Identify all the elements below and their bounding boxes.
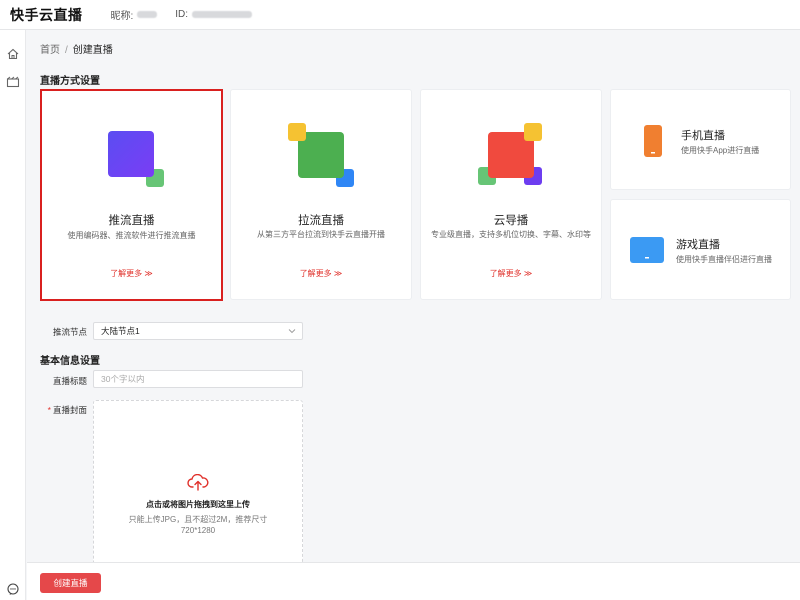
breadcrumb: 首页 / 创建直播 xyxy=(40,41,113,56)
user-id: ID: xyxy=(175,9,253,20)
live-title-input[interactable]: 30个字以内 xyxy=(93,370,303,388)
chevron-down-icon xyxy=(288,329,296,334)
push-node-label: 推流节点 xyxy=(52,327,87,337)
cover-upload-area[interactable]: 点击或将图片拖拽到这里上传 只能上传JPG，且不超过2M，推荐尺寸 720*12… xyxy=(93,400,303,570)
mode-desc: 专业级直播，支持多机位切换、字幕、水印等 xyxy=(431,230,591,239)
id-value-redacted xyxy=(192,11,253,18)
mode-desc: 使用快手直播伴侣进行直播 xyxy=(676,255,772,264)
nickname: 昵称: xyxy=(111,7,158,22)
breadcrumb-current: 创建直播 xyxy=(72,45,113,56)
learn-more-link[interactable]: 了解更多 ≫ xyxy=(42,268,221,279)
mode-name: 云导播 xyxy=(493,215,529,227)
mode-name: 游戏直播 xyxy=(676,239,720,251)
mode-card-push[interactable]: 推流直播 使用编码器、推流软件进行推流直播 了解更多 ≫ xyxy=(40,89,223,301)
breadcrumb-home[interactable]: 首页 xyxy=(40,45,60,56)
mode-name: 手机直播 xyxy=(681,130,725,142)
left-rail xyxy=(0,30,26,600)
chat-icon[interactable] xyxy=(6,582,20,596)
section-title-basic-info: 基本信息设置 xyxy=(40,356,100,367)
cloud-upload-icon xyxy=(187,474,209,491)
mode-desc: 使用快手App进行直播 xyxy=(681,146,760,155)
footer-bar: 创建直播 xyxy=(27,562,800,600)
live-title-placeholder: 30个字以内 xyxy=(101,374,145,384)
home-icon[interactable] xyxy=(6,47,20,61)
cover-label: * 直播封面 xyxy=(27,404,87,416)
mode-card-game[interactable]: 游戏直播 使用快手直播伴侣进行直播 xyxy=(610,199,791,300)
learn-more-link[interactable]: 了解更多 ≫ xyxy=(421,268,601,279)
learn-more-link[interactable]: 了解更多 ≫ xyxy=(231,268,411,279)
mode-name: 推流直播 xyxy=(108,215,155,227)
main-content: 首页 / 创建直播 直播方式设置 推流直播 使用编码器、推流软件进行推流直播 了解更… xyxy=(27,30,800,570)
nickname-value-redacted xyxy=(137,11,158,18)
mode-name: 拉流直播 xyxy=(298,215,344,227)
cover-label-text: 直播封面 xyxy=(52,405,87,415)
upload-instruction: 点击或将图片拖拽到这里上传 xyxy=(146,500,250,509)
tablet-icon xyxy=(630,237,664,263)
video-icon[interactable] xyxy=(6,75,20,89)
mode-card-pull[interactable]: 拉流直播 从第三方平台拉流到快手云直播开播 了解更多 ≫ xyxy=(230,89,412,300)
nickname-label: 昵称: xyxy=(110,11,134,22)
section-title-live-mode: 直播方式设置 xyxy=(40,76,100,87)
mode-desc: 使用编码器、推流软件进行推流直播 xyxy=(67,231,196,240)
mobile-phone-icon xyxy=(644,125,662,157)
push-stream-icon xyxy=(108,131,164,187)
breadcrumb-separator: / xyxy=(65,45,68,56)
app-logo[interactable]: 快手云直播 xyxy=(10,5,83,25)
upload-hint: 只能上传JPG，且不超过2M，推荐尺寸 720*1280 xyxy=(94,514,302,536)
mode-desc: 从第三方平台拉流到快手云直播开播 xyxy=(257,230,385,239)
pull-stream-icon xyxy=(288,123,354,187)
upload-hint-line2: 720*1280 xyxy=(180,526,216,535)
push-node-value: 大陆节点1 xyxy=(101,326,140,336)
create-live-button[interactable]: 创建直播 xyxy=(40,573,101,593)
upload-hint-line1: 只能上传JPG，且不超过2M，推荐尺寸 xyxy=(128,515,268,524)
id-label: ID: xyxy=(175,9,189,20)
mode-card-mobile[interactable]: 手机直播 使用快手App进行直播 xyxy=(610,89,791,190)
live-title-label: 直播标题 xyxy=(52,376,87,386)
mode-card-cloud-director[interactable]: 云导播 专业级直播，支持多机位切换、字幕、水印等 了解更多 ≫ xyxy=(420,89,602,300)
push-node-select[interactable]: 大陆节点1 xyxy=(93,322,303,340)
cloud-director-icon xyxy=(478,123,542,185)
required-mark: * xyxy=(47,405,51,415)
top-bar: 快手云直播 昵称: ID: xyxy=(0,0,800,30)
